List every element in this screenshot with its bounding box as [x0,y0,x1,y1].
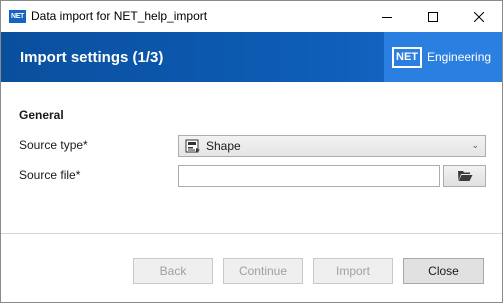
minimize-icon [382,16,392,18]
wizard-banner: Import settings (1/3) NET Engineering [1,32,502,82]
chevron-down-icon: ⌄ [471,140,479,150]
source-type-value: Shape [206,139,241,153]
close-icon [474,11,484,22]
window-title: Data import for NET_help_import [31,9,208,23]
source-file-label: Source file* [19,168,81,182]
close-button[interactable]: Close [403,258,484,284]
wizard-step-title: Import settings (1/3) [20,49,164,66]
title-bar: NET Data import for NET_help_import [1,1,502,32]
back-button[interactable]: Back [133,258,213,284]
shapefile-icon [185,139,201,153]
import-button[interactable]: Import [313,258,393,284]
maximize-button[interactable] [410,1,456,32]
source-file-input[interactable] [178,165,440,187]
app-icon: NET [9,10,26,23]
minimize-button[interactable] [364,1,410,32]
source-type-select[interactable]: Shape ⌄ [178,135,486,157]
continue-button[interactable]: Continue [223,258,303,284]
source-type-label: Source type* [19,138,88,152]
logo-text: Engineering [427,50,492,64]
footer-divider [1,233,502,234]
brand-logo: NET Engineering [384,32,502,82]
folder-open-icon [457,171,472,181]
logo-box: NET [392,47,422,68]
section-heading: General [19,108,64,122]
close-window-button[interactable] [456,1,502,32]
maximize-icon [428,11,438,22]
import-dialog: NET Data import for NET_help_import Impo… [0,0,503,303]
browse-button[interactable] [443,165,486,187]
